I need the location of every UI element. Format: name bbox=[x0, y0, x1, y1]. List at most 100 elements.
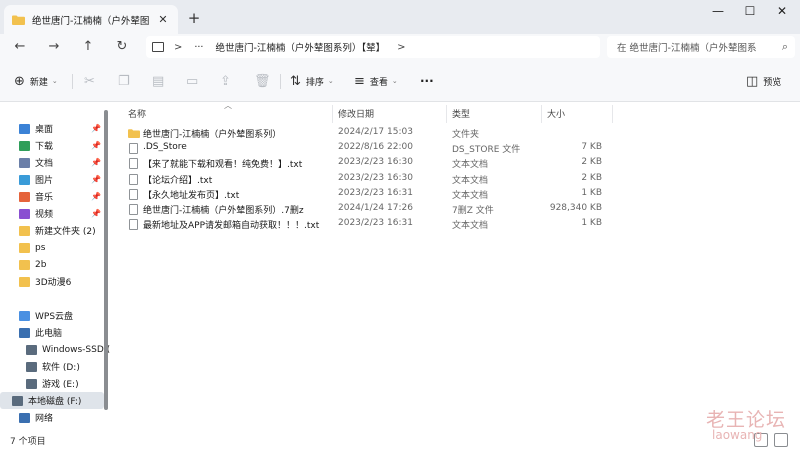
plus-circle-icon: ⊕ bbox=[14, 73, 25, 89]
sidebar-item-label: 本地磁盘 (F:) bbox=[28, 397, 82, 407]
file-date: 2023/2/23 16:31 bbox=[338, 187, 413, 198]
scissors-icon: ✂ bbox=[84, 73, 95, 89]
sidebar-item-icon bbox=[19, 242, 30, 253]
minimize-button[interactable]: — bbox=[702, 0, 734, 22]
command-bar: ⊕ 新建 ⌄ ✂ ❐ ▤ ▭ ⇪ 🗑 ⇅ 排序 ⌄ ≡ 查看 ⌄ ··· ◫ 预… bbox=[0, 60, 800, 102]
share-button[interactable]: ⇪ bbox=[220, 71, 236, 91]
sidebar-item[interactable]: WPS云盘 bbox=[5, 307, 105, 324]
tab-current-folder[interactable]: 绝世唐门-江楠楠（户外辇图系列 ✕ bbox=[4, 5, 178, 34]
sidebar-item-label: 视频 bbox=[35, 210, 54, 220]
sidebar-item[interactable]: 此电脑 bbox=[5, 324, 105, 341]
sidebar-scrollbar[interactable] bbox=[104, 110, 108, 410]
window-close-button[interactable]: ✕ bbox=[766, 0, 798, 22]
file-row[interactable]: 【来了就能下载和观看！纯免费！】.txt 2023/2/23 16:30 文本文档 2… bbox=[112, 156, 800, 171]
sidebar-item[interactable]: 3D动漫6 bbox=[5, 273, 105, 290]
preview-pane-button[interactable]: ◫ 预览 bbox=[746, 71, 781, 91]
rename-button[interactable]: ▭ bbox=[186, 71, 203, 91]
forward-button[interactable]: → bbox=[44, 37, 64, 57]
sidebar-item[interactable]: 桌面 📌 bbox=[5, 120, 105, 137]
sidebar-item-label: 网络 bbox=[35, 414, 54, 424]
sidebar-item[interactable]: 下载 📌 bbox=[5, 137, 105, 154]
sidebar-item[interactable]: 软件 (D:) bbox=[12, 358, 112, 375]
file-row[interactable]: 绝世唐门-江楠楠（户外辇图系列） 2024/2/17 15:03 文件夹 bbox=[112, 126, 800, 141]
view-button[interactable]: ≡ 查看 ⌄ bbox=[354, 71, 398, 91]
sidebar-item[interactable]: 图片 📌 bbox=[5, 171, 105, 188]
sidebar-item[interactable]: ps bbox=[5, 239, 105, 256]
sidebar-item-label: 3D动漫6 bbox=[35, 278, 72, 288]
sort-button[interactable]: ⇅ 排序 ⌄ bbox=[290, 71, 334, 91]
sidebar-item[interactable]: 本地磁盘 (F:) bbox=[0, 392, 104, 409]
file-type: 文本文档 bbox=[452, 190, 489, 201]
chevron-down-icon: ⌄ bbox=[391, 77, 398, 85]
file-date: 2023/2/23 16:30 bbox=[338, 172, 413, 183]
refresh-button[interactable]: ↻ bbox=[112, 37, 132, 57]
rename-icon: ▭ bbox=[186, 73, 199, 89]
sidebar-item-icon bbox=[26, 344, 37, 355]
column-divider[interactable] bbox=[612, 105, 613, 123]
column-divider[interactable] bbox=[541, 105, 542, 123]
back-button[interactable]: ← bbox=[10, 37, 30, 57]
file-row[interactable]: .DS_Store 2022/8/16 22:00 DS_STORE 文件 7 KB bbox=[112, 141, 800, 156]
search-box[interactable]: 在 绝世唐门-江楠楠（户外辇图系 ⌕ bbox=[607, 36, 795, 58]
sidebar-item-icon bbox=[19, 327, 30, 338]
copy-icon: ❐ bbox=[118, 73, 130, 89]
new-tab-button[interactable]: + bbox=[185, 9, 203, 27]
paste-button[interactable]: ▤ bbox=[152, 71, 169, 91]
copy-button[interactable]: ❐ bbox=[118, 71, 135, 91]
tiles-view-button[interactable] bbox=[774, 433, 788, 447]
delete-button[interactable]: 🗑 bbox=[254, 71, 276, 91]
breadcrumb-current[interactable]: 绝世唐门-江楠楠（户外辇图系列）【辇】 bbox=[215, 40, 385, 54]
file-type: 7删Z 文件 bbox=[452, 206, 494, 216]
file-row[interactable]: 【永久地址发布页】.txt 2023/2/23 16:31 文本文档 1 KB bbox=[112, 187, 800, 202]
chevron-down-icon: ⌄ bbox=[327, 77, 334, 85]
file-name: 【来了就能下载和观看！纯免费！】.txt bbox=[143, 160, 303, 171]
sidebar-item[interactable]: 文档 📌 bbox=[5, 154, 105, 171]
sidebar-item-icon bbox=[12, 395, 23, 406]
column-divider[interactable] bbox=[332, 105, 333, 123]
sidebar-item-label: 文档 bbox=[35, 159, 54, 169]
file-date: 2023/2/23 16:30 bbox=[338, 157, 413, 168]
file-list: ︿ 名称 修改日期 类型 大小 绝世唐门-江楠楠（户外辇图系列） 2024/2/1… bbox=[112, 101, 800, 430]
file-icon bbox=[129, 219, 138, 231]
column-divider[interactable] bbox=[446, 105, 447, 123]
maximize-button[interactable]: ☐ bbox=[734, 0, 766, 22]
breadcrumb-separator[interactable]: > bbox=[174, 42, 182, 53]
column-header-type[interactable]: 类型 bbox=[452, 107, 470, 120]
cut-button[interactable]: ✂ bbox=[84, 71, 100, 91]
file-row[interactable]: 最新地址及APP请发邮箱自动获取！！！.txt 2023/2/23 16:31 文本… bbox=[112, 217, 800, 232]
sidebar-item[interactable]: 新建文件夹 (2) bbox=[5, 222, 105, 239]
sidebar-item-label: 下载 bbox=[35, 142, 54, 152]
file-row[interactable]: 【论坛介绍】.txt 2023/2/23 16:30 文本文档 2 KB bbox=[112, 172, 800, 187]
view-list-icon: ≡ bbox=[354, 73, 365, 89]
sidebar-item[interactable]: 游戏 (E:) bbox=[12, 375, 112, 392]
sidebar-item[interactable]: 2b bbox=[5, 256, 105, 273]
more-options-button[interactable]: ··· bbox=[420, 71, 434, 91]
preview-pane-icon: ◫ bbox=[746, 73, 759, 89]
sidebar-item-icon bbox=[19, 191, 30, 202]
sidebar-item-icon bbox=[19, 412, 30, 423]
tab-close-button[interactable]: ✕ bbox=[156, 13, 170, 26]
sidebar-item-label: 游戏 (E:) bbox=[42, 380, 79, 390]
sidebar-item-label: 2b bbox=[35, 259, 47, 270]
file-row[interactable]: 绝世唐门-江楠楠（户外辇图系列）.7删z 2024/1/24 17:26 7删Z 文… bbox=[112, 202, 800, 217]
column-header-date[interactable]: 修改日期 bbox=[338, 107, 374, 120]
column-header-name[interactable]: 名称 bbox=[128, 107, 146, 120]
sidebar-item-icon bbox=[19, 157, 30, 168]
search-input[interactable]: 在 绝世唐门-江楠楠（户外辇图系 bbox=[617, 40, 775, 54]
sort-icon: ⇅ bbox=[290, 73, 301, 89]
new-button[interactable]: ⊕ 新建 ⌄ bbox=[14, 71, 58, 91]
address-bar[interactable]: > ··· 绝世唐门-江楠楠（户外辇图系列）【辇】 > bbox=[146, 36, 600, 58]
breadcrumb-overflow[interactable]: ··· bbox=[194, 42, 203, 53]
column-header-size[interactable]: 大小 bbox=[547, 107, 565, 120]
view-button-label: 查看 bbox=[369, 77, 388, 88]
breadcrumb-chevron[interactable]: > bbox=[397, 42, 405, 53]
sidebar-item[interactable]: Windows-SSD ( bbox=[12, 341, 112, 358]
sidebar-item[interactable]: 音乐 📌 bbox=[5, 188, 105, 205]
up-button[interactable]: ↑ bbox=[78, 37, 98, 57]
computer-icon bbox=[152, 42, 164, 52]
sidebar-item[interactable]: 网络 bbox=[5, 409, 105, 426]
sidebar-item[interactable]: 视频 📌 bbox=[5, 205, 105, 222]
file-size: 928,340 KB bbox=[549, 203, 602, 213]
file-name: 【论坛介绍】.txt bbox=[143, 175, 213, 186]
file-icon bbox=[129, 188, 138, 200]
